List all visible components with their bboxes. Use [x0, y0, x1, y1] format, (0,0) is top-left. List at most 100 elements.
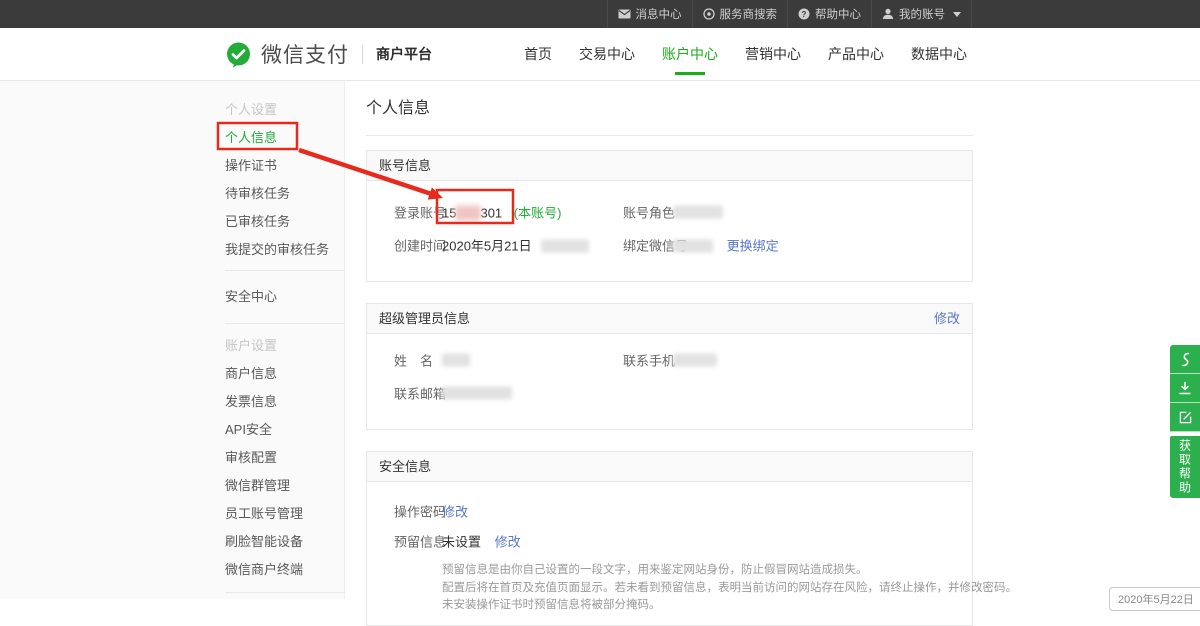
reserved-info-label: 预留信息 [394, 532, 446, 551]
account-info-panel-header: 账号信息 [367, 151, 972, 181]
password-edit-link[interactable]: 修改 [442, 505, 468, 520]
nav-marketing-center[interactable]: 营销中心 [739, 40, 807, 68]
redacted-wechat-id [673, 239, 713, 252]
admin-name-row: 姓 名 联系手机 [367, 343, 972, 376]
get-help-label: 获取帮助 [1177, 439, 1194, 495]
nav-data-center[interactable]: 数据中心 [905, 40, 973, 68]
envelope-icon [618, 9, 631, 19]
sidebar-item-wechat-group-mgmt[interactable]: 微信群管理 [225, 472, 345, 500]
created-time-label: 创建时间 [394, 235, 446, 254]
login-account-row: 登录账号 15301 (本账号) 账号角色 [367, 195, 972, 228]
operation-password-label: 操作密码 [394, 502, 446, 521]
login-account-value: 15301 (本账号) [442, 202, 561, 221]
sidebar-item-pending-review-tasks[interactable]: 待审核任务 [225, 180, 345, 208]
feedback-button[interactable] [1170, 345, 1200, 374]
sidebar-item-merchant-info[interactable]: 商户信息 [225, 360, 345, 388]
sidebar-item-my-submitted-tasks[interactable]: 我提交的审核任务 [225, 236, 345, 264]
super-admin-panel-header: 超级管理员信息 修改 [367, 304, 972, 334]
name-label: 姓 名 [394, 350, 433, 369]
redacted-contact-phone [673, 353, 717, 366]
main-content: 个人信息 账号信息 登录账号 15301 (本账号) 账号角色 创建时间 202… [366, 81, 973, 626]
reserved-info-value: 未设置 [442, 535, 481, 550]
floating-help-rail: 获取帮助 [1170, 345, 1200, 498]
operation-password-row: 操作密码 修改 [367, 496, 972, 526]
sidebar-item-personal-info[interactable]: 个人信息 [225, 124, 345, 152]
wechat-pay-logo-icon [225, 41, 252, 68]
divider [225, 270, 345, 271]
account-info-panel-title: 账号信息 [379, 151, 431, 180]
chevron-down-icon [953, 12, 961, 17]
page-title: 个人信息 [366, 81, 973, 136]
my-account-label: 我的账号 [899, 6, 945, 22]
contact-phone-label: 联系手机 [623, 350, 675, 369]
sidebar-pane: 个人设置 个人信息 操作证书 待审核任务 已审核任务 我提交的审核任务 安全中心… [0, 81, 345, 599]
security-info-panel-header: 安全信息 [367, 452, 972, 482]
get-help-button[interactable]: 获取帮助 [1170, 436, 1200, 498]
security-info-panel: 安全信息 操作密码 修改 预留信息 未设置 修改 预留信息是由你自己设置的一段文… [366, 451, 973, 626]
created-time-value: 2020年5月21日 [442, 235, 589, 254]
sidebar-item-invoice-info[interactable]: 发票信息 [225, 388, 345, 416]
message-center-label: 消息中心 [636, 6, 682, 22]
brand-logo[interactable]: 微信支付 商户平台 [225, 28, 432, 80]
contact-email-label: 联系邮箱 [394, 383, 446, 402]
sidebar-item-staff-account-mgmt[interactable]: 员工账号管理 [225, 500, 345, 528]
reserved-info-edit-link[interactable]: 修改 [495, 535, 521, 550]
main-header: 微信支付 商户平台 首页 交易中心 账户中心 营销中心 产品中心 数据中心 [0, 28, 1200, 81]
reserved-info-help: 预留信息是由你自己设置的一段文字，用来鉴定网站身份，防止假冒网站造成损失。 配置… [442, 562, 972, 615]
admin-email-row: 联系邮箱 [367, 376, 972, 409]
brand-name: 微信支付 [261, 39, 349, 69]
account-info-panel: 账号信息 登录账号 15301 (本账号) 账号角色 创建时间 2020年5月2… [366, 150, 973, 282]
security-info-panel-title: 安全信息 [379, 452, 431, 481]
sidebar-item-face-smart-device[interactable]: 刷脸智能设备 [225, 528, 345, 556]
user-icon [882, 8, 894, 20]
redacted-name [442, 353, 470, 366]
primary-nav: 首页 交易中心 账户中心 营销中心 产品中心 数据中心 [518, 28, 973, 80]
edit-button[interactable] [1170, 403, 1200, 432]
divider [225, 592, 345, 593]
sidebar-item-wechat-merchant-terminal[interactable]: 微信商户终端 [225, 556, 345, 584]
sidebar-section-account-settings: 账户设置 [225, 332, 345, 360]
admin-edit-link[interactable]: 修改 [934, 304, 960, 333]
service-search-item[interactable]: 服务商搜索 [692, 0, 788, 28]
help-center-item[interactable]: ? 帮助中心 [787, 0, 871, 28]
question-icon: ? [798, 8, 810, 20]
redacted-phone-middle [455, 205, 481, 220]
redacted-account-role [673, 205, 723, 218]
sidebar-item-security-center[interactable]: 安全中心 [225, 283, 345, 311]
nav-product-center[interactable]: 产品中心 [822, 40, 890, 68]
nav-account-center[interactable]: 账户中心 [656, 40, 724, 68]
download-button[interactable] [1170, 374, 1200, 403]
edit-icon [1179, 411, 1192, 424]
redacted-created-time [541, 239, 589, 252]
current-account-note: (本账号) [514, 205, 562, 220]
feedback-icon [1179, 352, 1192, 367]
my-account-item[interactable]: 我的账号 [871, 0, 972, 28]
date-tooltip: 2020年5月22日 [1109, 587, 1200, 611]
sidebar-item-review-config[interactable]: 审核配置 [225, 444, 345, 472]
sidebar-section-personal-settings: 个人设置 [225, 96, 345, 124]
sidebar-item-reviewed-tasks[interactable]: 已审核任务 [225, 208, 345, 236]
platform-name: 商户平台 [376, 44, 432, 64]
divider [362, 45, 363, 64]
sidebar: 个人设置 个人信息 操作证书 待审核任务 已审核任务 我提交的审核任务 安全中心… [225, 96, 345, 593]
reserved-info-row: 预留信息 未设置 修改 [367, 526, 972, 556]
rebind-link[interactable]: 更换绑定 [727, 238, 779, 253]
sidebar-item-api-security[interactable]: API安全 [225, 416, 345, 444]
super-admin-panel-title: 超级管理员信息 [379, 304, 470, 333]
login-account-label: 登录账号 [394, 202, 446, 221]
nav-trade-center[interactable]: 交易中心 [573, 40, 641, 68]
super-admin-panel: 超级管理员信息 修改 姓 名 联系手机 联系邮箱 [366, 303, 973, 430]
created-time-row: 创建时间 2020年5月21日 绑定微信号 更换绑定 [367, 228, 972, 261]
nav-home[interactable]: 首页 [518, 40, 558, 68]
divider [225, 323, 345, 324]
account-role-label: 账号角色 [623, 202, 675, 221]
help-center-label: 帮助中心 [815, 6, 861, 22]
download-icon [1178, 381, 1192, 395]
service-search-label: 服务商搜索 [720, 6, 778, 22]
svg-text:?: ? [802, 10, 807, 19]
sidebar-item-operation-certificate[interactable]: 操作证书 [225, 152, 345, 180]
top-utility-bar: 消息中心 服务商搜索 ? 帮助中心 我的账号 [0, 0, 1200, 28]
message-center-item[interactable]: 消息中心 [607, 0, 692, 28]
redacted-contact-email [442, 386, 512, 399]
service-search-icon [703, 8, 715, 20]
